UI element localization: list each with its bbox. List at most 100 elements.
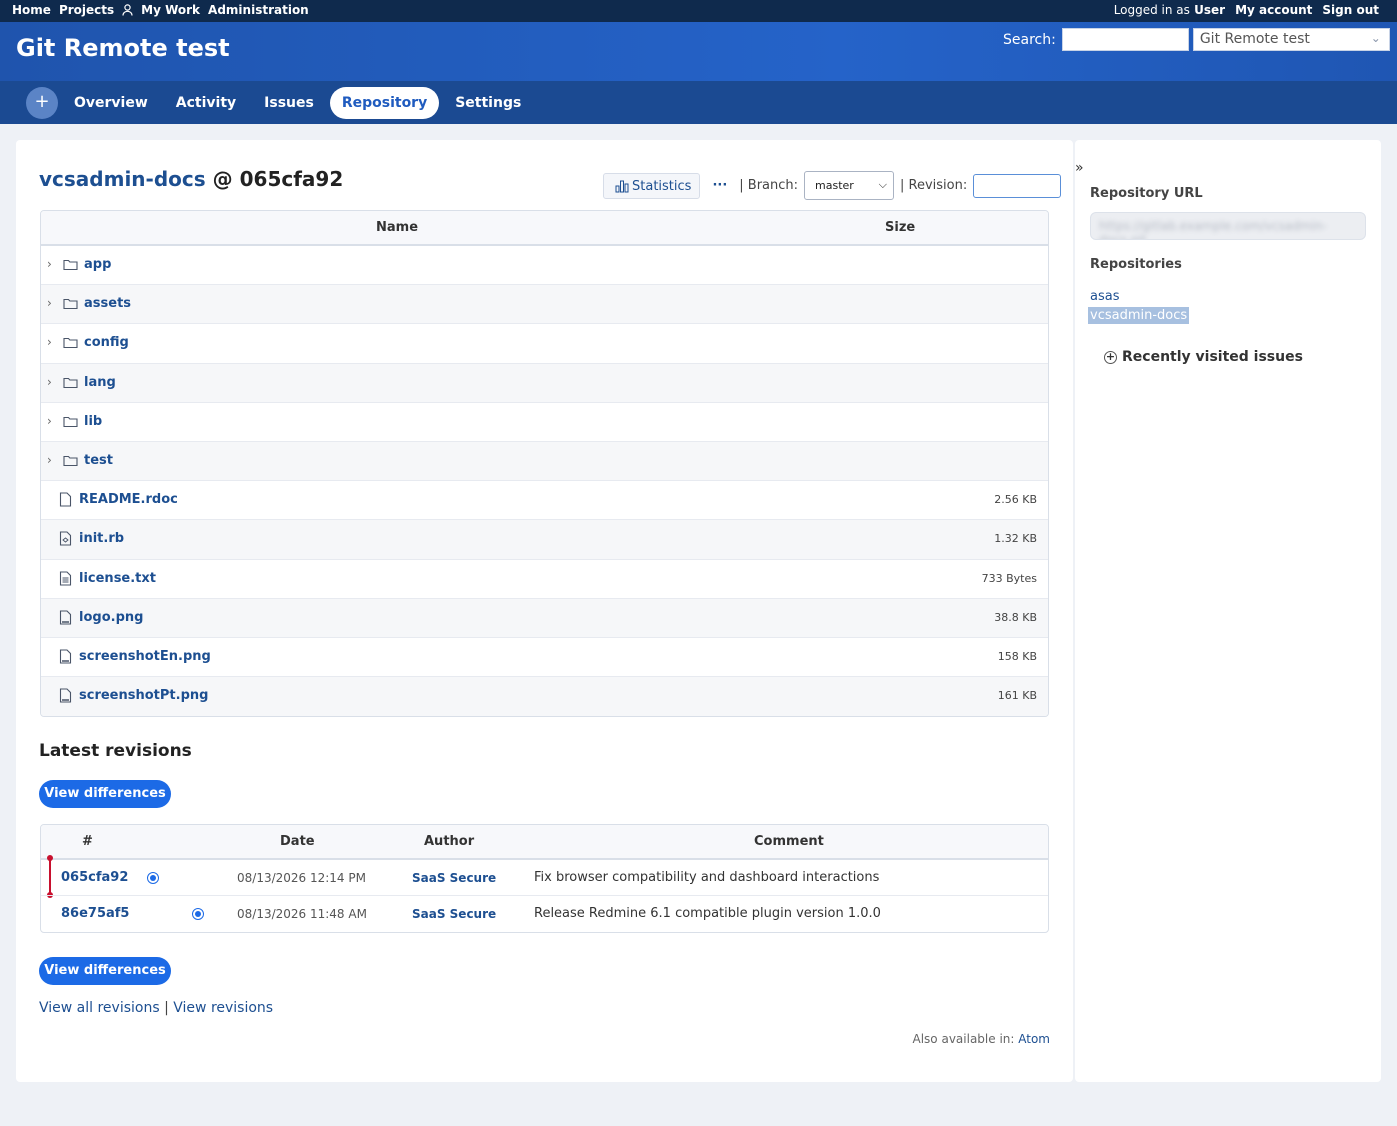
sign-out-link[interactable]: Sign out [1322,3,1379,17]
revision-input[interactable] [973,173,1062,198]
logged-in-user-link[interactable]: User [1194,3,1225,17]
file-link[interactable]: README.rdoc [79,492,178,507]
sidebar-repository-link-selected[interactable]: vcsadmin-docs [1088,307,1190,324]
expand-arrow-icon[interactable]: › [47,257,52,271]
new-object-button[interactable]: + [26,87,58,119]
also-available-label: Also available in: [912,1032,1015,1046]
repository-url-field[interactable]: https://gitlab.example.com/vcsadmin-docs… [1090,212,1366,240]
revisions-table: # Date Author Comment 065cfa92 08/13/202… [40,824,1049,933]
bar-chart-icon [615,180,629,192]
file-link[interactable]: license.txt [79,571,156,586]
project-title: Git Remote test [16,34,230,62]
file-size: 38.8 KB [994,610,1037,624]
directory-link[interactable]: lib [84,414,102,429]
file-row[interactable]: license.txt 733 Bytes [41,560,1048,599]
my-account-link[interactable]: My account [1235,3,1312,17]
statistics-button[interactable]: Statistics [603,172,701,199]
tab-activity[interactable]: Activity [164,87,248,119]
top-menu-home-link[interactable]: Home [12,3,51,17]
ruby-file-icon [59,531,72,546]
repository-name-link[interactable]: vcsadmin-docs [39,167,206,191]
file-link[interactable]: logo.png [79,610,143,625]
expand-arrow-icon[interactable]: › [47,375,52,389]
revision-author-link[interactable]: SaaS Secure [412,871,496,885]
file-size: 161 KB [997,689,1037,703]
main-content: vcsadmin-docs @ 065cfa92 Statistics ··· … [16,140,1073,1082]
file-row[interactable]: screenshotPt.png 161 KB [41,677,1048,717]
directory-row[interactable]: › assets [41,285,1048,325]
expand-plus-icon: + [1104,349,1117,364]
branch-select[interactable]: master ⌵ [804,171,895,200]
view-differences-button[interactable]: View differences [39,957,171,985]
file-row[interactable]: logo.png 38.8 KB [41,598,1048,638]
revision-row: 065cfa92 08/13/2026 12:14 PM SaaS Secure… [41,860,1048,896]
branch-value: master [815,179,854,192]
logged-in-status: Logged in as User [1114,3,1225,17]
diff-from-radio[interactable] [147,872,159,884]
atom-feed-link[interactable]: Atom [1018,1032,1050,1046]
repository-url-heading: Repository URL [1090,186,1203,201]
file-row[interactable]: screenshotEn.png 158 KB [41,638,1048,678]
search-input[interactable] [1061,28,1189,51]
column-name-header[interactable]: Name [376,220,418,235]
tab-repository[interactable]: Repository [329,87,440,119]
sidebar-collapse-icon[interactable]: » [1075,160,1084,176]
expand-arrow-icon[interactable]: › [47,296,52,310]
tab-settings[interactable]: Settings [443,87,533,119]
file-size: 733 Bytes [981,571,1037,585]
column-comment-header: Comment [754,834,824,849]
project-jump-select[interactable]: Git Remote test ⌄ [1192,28,1390,51]
top-menu-administration-link[interactable]: Administration [208,3,309,17]
revision-comment: Fix browser compatibility and dashboard … [534,870,880,885]
revision-date: 08/13/2026 11:48 AM [237,907,367,921]
top-menu-projects-link[interactable]: Projects [59,3,114,17]
more-actions-button[interactable]: ··· [712,178,727,193]
revision-date: 08/13/2026 12:14 PM [237,871,366,885]
repository-at: @ [212,167,233,191]
revision-id-link[interactable]: 86e75af5 [61,906,129,921]
column-author-header: Author [424,834,475,849]
tab-issues[interactable]: Issues [252,87,326,119]
directory-row[interactable]: › lang [41,363,1048,403]
directory-row[interactable]: › lib [41,403,1048,442]
view-differences-button[interactable]: View differences [39,780,171,808]
directory-row[interactable]: › app [41,246,1048,286]
revision-id-link[interactable]: 065cfa92 [61,870,128,885]
png-file-icon [59,688,72,703]
top-menu-my-work-link[interactable]: My Work [141,3,200,17]
directory-row[interactable]: › test [41,441,1048,482]
directory-link[interactable]: lang [84,375,116,390]
link-separator: | [164,1000,169,1016]
directory-link[interactable]: config [84,335,129,350]
column-size-header[interactable]: Size [885,220,915,235]
chevron-down-icon: ⌄ [1370,31,1381,45]
directory-row[interactable]: › config [41,324,1048,364]
view-revisions-link[interactable]: View revisions [173,1000,273,1016]
user-icon [122,4,133,16]
directory-link[interactable]: app [84,257,111,272]
file-size: 2.56 KB [994,493,1037,507]
folder-icon [63,416,78,427]
tab-overview[interactable]: Overview [62,87,160,119]
file-link[interactable]: screenshotEn.png [79,649,211,664]
sidebar-repository-link[interactable]: asas [1090,289,1119,304]
recently-visited-issues-toggle[interactable]: + Recently visited issues [1104,349,1303,365]
column-number-header: # [82,834,93,849]
revision-author-link[interactable]: SaaS Secure [412,907,496,921]
repository-revision: 065cfa92 [239,167,344,191]
file-row[interactable]: README.rdoc 2.56 KB [41,481,1048,521]
view-all-revisions-link[interactable]: View all revisions [39,1000,160,1016]
png-file-icon [59,649,72,664]
directory-link[interactable]: test [84,453,113,468]
file-link[interactable]: init.rb [79,531,124,546]
file-link[interactable]: screenshotPt.png [79,688,208,703]
expand-arrow-icon[interactable]: › [47,335,52,349]
directory-link[interactable]: assets [84,296,131,311]
column-date-header: Date [280,834,315,849]
header: Git Remote test Search: Git Remote test … [0,22,1397,124]
folder-icon [63,338,78,349]
expand-arrow-icon[interactable]: › [47,414,52,428]
diff-to-radio[interactable] [192,908,204,920]
expand-arrow-icon[interactable]: › [47,453,52,467]
file-row[interactable]: init.rb 1.32 KB [41,520,1048,560]
